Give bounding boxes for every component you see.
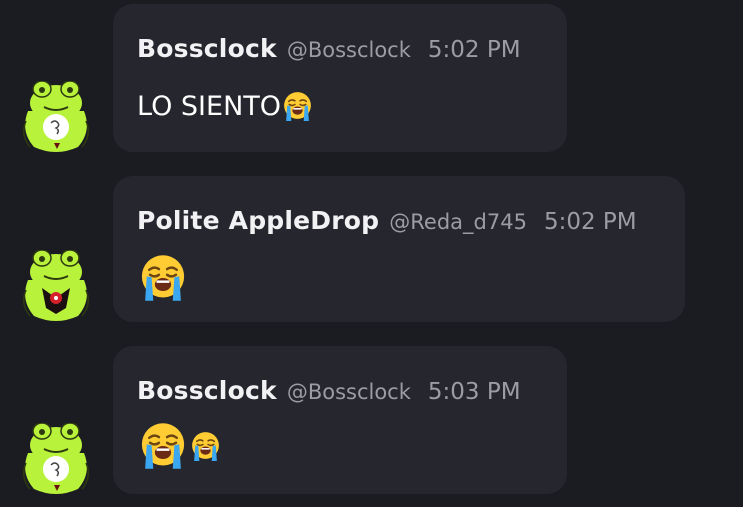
timestamp: 5:02 PM [427, 37, 521, 63]
loudly-crying-face-icon [281, 90, 314, 123]
author-handle: @Bossclock [286, 38, 411, 62]
message-text: LO SIENTO [137, 86, 543, 126]
message-body: LO SIENTO [137, 90, 282, 122]
message-bubble: Bossclock @Bossclock 5:03 PM [113, 346, 567, 494]
message-header: Polite AppleDrop @Reda_d745 5:02 PM [137, 206, 661, 238]
author-name[interactable]: Bossclock [137, 376, 277, 405]
loudly-crying-face-icon [189, 430, 222, 463]
author-handle: @Bossclock [286, 380, 411, 404]
message-bubble: Polite AppleDrop @Reda_d745 5:02 PM [113, 176, 685, 322]
timestamp: 5:03 PM [427, 379, 521, 405]
message-header: Bossclock @Bossclock 5:02 PM [137, 34, 543, 66]
message-header: Bossclock @Bossclock 5:03 PM [137, 376, 543, 408]
message-text [137, 418, 543, 474]
message-text [137, 250, 661, 306]
timestamp: 5:02 PM [543, 209, 637, 235]
loudly-crying-face-icon [137, 252, 189, 304]
frog-avatar[interactable] [18, 250, 94, 322]
frog-avatar[interactable] [18, 423, 94, 495]
frog-avatar[interactable] [18, 81, 94, 153]
message-bubble: Bossclock @Bossclock 5:02 PM LO SIENTO [113, 4, 567, 152]
author-name[interactable]: Polite AppleDrop [137, 206, 379, 235]
chat-log: Bossclock @Bossclock 5:02 PM LO SIENTO P… [0, 0, 743, 507]
author-name[interactable]: Bossclock [137, 34, 277, 63]
author-handle: @Reda_d745 [389, 210, 527, 234]
loudly-crying-face-icon [137, 420, 189, 472]
